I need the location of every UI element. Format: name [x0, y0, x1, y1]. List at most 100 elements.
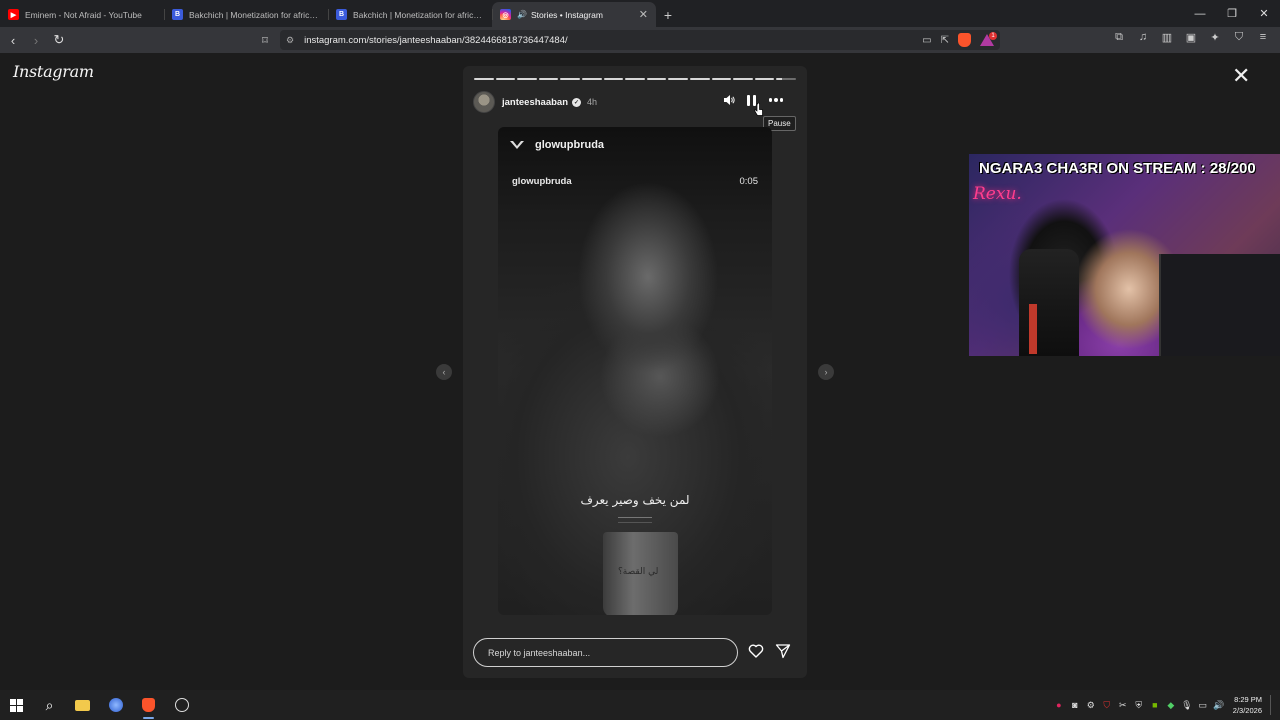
progress-segment [689, 78, 710, 80]
tab-title: Stories • Instagram [530, 9, 603, 20]
tab-bakchich-2[interactable]: B Bakchich | Monetization for african cr [328, 2, 492, 27]
extension-toolbar: ⧉ ♫ ▥ ▣ ✦ ⛉ ≡ [1112, 31, 1270, 44]
progress-segment [625, 78, 645, 80]
progress-segment [733, 78, 753, 80]
show-desktop-button[interactable] [1270, 695, 1280, 715]
previous-story-icon[interactable]: ‹ [436, 364, 452, 380]
tab-strip: ▶ Eminem - Not Afraid - YouTube B Bakchi… [0, 0, 1280, 27]
nvidia-icon[interactable]: ■ [1147, 700, 1163, 710]
volume-icon[interactable] [723, 94, 735, 106]
share-icon[interactable]: ⇱ [941, 35, 949, 46]
progress-segment [668, 78, 688, 80]
volume-tray-icon[interactable]: 🔊 [1211, 700, 1227, 711]
site-info-icon[interactable]: ⚙ [286, 35, 294, 46]
close-window-icon[interactable]: ✕ [1248, 0, 1280, 27]
media-icon[interactable]: ♫ [1136, 31, 1150, 44]
glowupbruda-logo-icon [510, 141, 524, 149]
more-options-icon[interactable] [768, 98, 783, 102]
like-heart-icon[interactable] [748, 643, 764, 659]
discord-icon[interactable]: ◙ [1067, 700, 1083, 710]
reply-placeholder: Reply to janteeshaaban... [488, 647, 591, 658]
story-username[interactable]: janteeshaaban [502, 97, 568, 108]
close-tab-icon[interactable]: ✕ [639, 8, 648, 21]
tray-record-icon[interactable]: ● [1051, 700, 1067, 710]
file-explorer-icon[interactable] [66, 690, 99, 720]
mug-text: لي القصة؟ [618, 567, 659, 577]
minimize-icon[interactable]: — [1184, 0, 1216, 27]
restore-icon[interactable]: ❐ [1216, 0, 1248, 27]
reload-icon[interactable]: ↻ [49, 30, 69, 50]
app-circle-icon[interactable] [99, 690, 132, 720]
avatar[interactable] [473, 91, 495, 113]
tab-title: Eminem - Not Afraid - YouTube [25, 9, 142, 20]
bookmark-icon[interactable]: ⌑ [257, 31, 273, 49]
close-icon[interactable]: ✕ [1232, 65, 1250, 87]
tray-green-icon[interactable]: ◆ [1163, 700, 1179, 711]
video-account-name: glowupbruda [535, 139, 605, 151]
mouse-cursor-icon [754, 103, 763, 116]
tab-title: Bakchich | Monetization for african cr [353, 9, 484, 20]
story-viewer: janteeshaaban ✓ 4h Pause glowupbruda glo… [463, 66, 807, 678]
browser-toolbar: ‹ › ↻ ⌑ ⚙ instagram.com/stories/janteesh… [0, 27, 1280, 53]
leo-ai-icon[interactable]: ✦ [1208, 31, 1222, 44]
tab-bakchich-1[interactable]: B Bakchich | Monetization for african cr [164, 2, 328, 27]
brave-taskbar-icon[interactable] [132, 690, 165, 720]
microphone-icon[interactable]: 🎙 [1179, 700, 1195, 711]
monitor-image [1159, 254, 1280, 356]
clock-date: 2/3/2026 [1232, 706, 1262, 715]
brave-shields-icon[interactable] [958, 33, 971, 47]
omnibox-actions: ▭ ⇱ 1 [922, 32, 997, 47]
instagram-logo[interactable]: Instagram [13, 62, 94, 81]
neon-sign-text: Rexu. [973, 184, 1022, 204]
menu-icon[interactable]: ≡ [1256, 31, 1270, 44]
story-time: 4h [587, 97, 598, 107]
progress-segment [603, 78, 624, 80]
story-video[interactable]: glowupbruda glowupbruda 0:05 لي القصة؟ ل… [498, 127, 772, 615]
chair-stripe [1029, 304, 1037, 354]
arabic-caption: لمن يخف وصير يعرف [580, 493, 690, 507]
rewards-badge: 1 [989, 32, 997, 40]
steam-icon[interactable]: ⚙ [1083, 700, 1099, 711]
progress-segment [517, 78, 537, 80]
tray-tool-icon[interactable]: ✂ [1115, 700, 1131, 711]
start-button[interactable] [0, 690, 33, 720]
tab-instagram[interactable]: ◎ 🔊 Stories • Instagram ✕ [492, 2, 656, 27]
windows-taskbar: ⌕ ● ◙ ⚙ ⛉ ✂ ⛨ ■ ◆ 🎙 ▭ 🔊 8:29 PM 2/3/2026 [0, 690, 1280, 720]
story-controls [723, 94, 783, 106]
next-story-icon[interactable]: › [818, 364, 834, 380]
speaker-icon[interactable]: 🔊 [517, 10, 527, 19]
vpn-icon[interactable]: ⛉ [1232, 31, 1246, 44]
video-timestamp: 0:05 [739, 176, 759, 187]
tab-youtube[interactable]: ▶ Eminem - Not Afraid - YouTube [0, 2, 164, 27]
progress-segment [538, 78, 559, 80]
tray-antivirus-icon[interactable]: ⛉ [1099, 700, 1115, 711]
progress-segment [560, 78, 580, 80]
verified-badge-icon: ✓ [572, 97, 581, 107]
back-icon[interactable]: ‹ [3, 30, 23, 50]
tray-app-icon[interactable]: ⛨ [1131, 700, 1147, 711]
cast-icon[interactable]: ▭ [922, 35, 931, 46]
instagram-page: Instagram ✕ ‹ › janteeshaaban ✓ 4h Pause [0, 53, 1280, 690]
gaming-chair-image [1019, 249, 1079, 356]
new-tab-button[interactable]: + [656, 2, 680, 27]
url-text[interactable]: instagram.com/stories/janteeshaaban/3824… [304, 35, 568, 46]
obs-icon[interactable] [165, 690, 198, 720]
sidebar-icon[interactable]: ▥ [1160, 31, 1174, 44]
system-tray: ● ◙ ⚙ ⛉ ✂ ⛨ ■ ◆ 🎙 ▭ 🔊 8:29 PM 2/3/2026 [1051, 690, 1280, 720]
brave-rewards-icon[interactable]: 1 [980, 32, 997, 46]
send-icon[interactable] [775, 643, 791, 659]
search-icon[interactable]: ⌕ [33, 690, 66, 720]
window-controls: — ❐ ✕ [1184, 0, 1280, 27]
tab-title: Bakchich | Monetization for african cr [189, 9, 320, 20]
stream-webcam-overlay: NGARA3 CHA3RI ON STREAM : 28/200 Rexu. [969, 154, 1280, 356]
forward-icon[interactable]: › [26, 30, 46, 50]
address-bar[interactable]: ⚙ instagram.com/stories/janteeshaaban/38… [280, 30, 1000, 50]
network-icon[interactable]: ▭ [1195, 700, 1211, 711]
system-clock[interactable]: 8:29 PM 2/3/2026 [1233, 694, 1262, 716]
story-progress-bar [474, 78, 796, 80]
screenshot-icon[interactable]: ⧉ [1112, 31, 1126, 44]
reply-input[interactable]: Reply to janteeshaaban... [473, 638, 738, 667]
instagram-icon: ◎ [500, 9, 511, 20]
wallet-icon[interactable]: ▣ [1184, 31, 1198, 44]
windows-logo-icon [10, 698, 23, 712]
